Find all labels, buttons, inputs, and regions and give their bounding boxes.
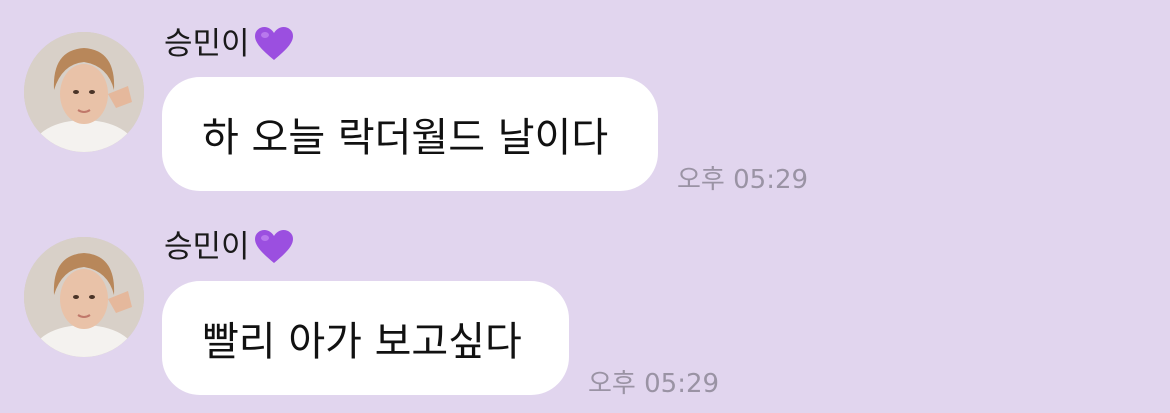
purple-heart-icon (254, 229, 294, 265)
avatar[interactable] (24, 237, 144, 357)
message-bubble[interactable]: 하 오늘 락더월드 날이다 (162, 77, 658, 191)
avatar[interactable] (24, 32, 144, 152)
message-timestamp: 오후 05:29 (677, 165, 809, 195)
sender-name: 승민이 (164, 228, 250, 265)
message-row: 승민이 하 오늘 락더월드 날이다 오후 05:29 (0, 0, 1170, 205)
message-row: 승민이 빨리 아가 보고싶다 오후 05:29 (0, 205, 1170, 413)
purple-heart-icon (254, 26, 294, 62)
message-text: 빨리 아가 보고싶다 (202, 319, 522, 365)
sender-name-row: 승민이 (164, 229, 294, 265)
message-timestamp: 오후 05:29 (588, 369, 720, 399)
message-text: 하 오늘 락더월드 날이다 (202, 115, 609, 161)
sender-name-row: 승민이 (164, 26, 294, 62)
message-bubble[interactable]: 빨리 아가 보고싶다 (162, 281, 569, 395)
sender-name: 승민이 (164, 25, 250, 62)
